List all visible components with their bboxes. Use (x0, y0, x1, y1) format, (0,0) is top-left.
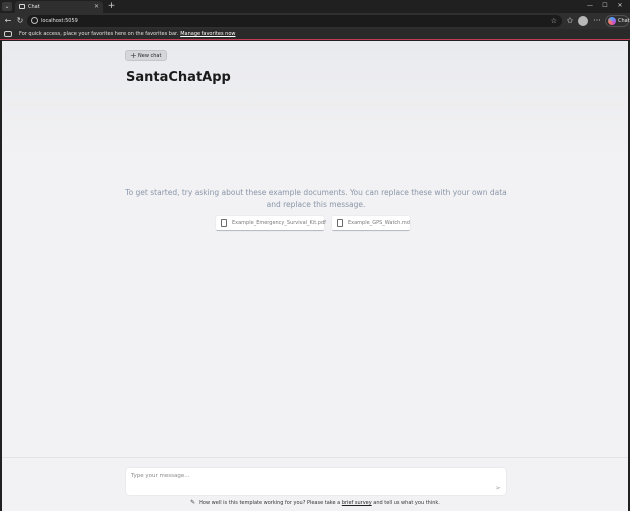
browser-toolbar: ← ↻ localhost:5059 ☆ ✩ ··· Chat (0, 13, 630, 29)
favorites-icon[interactable]: ✩ (565, 16, 575, 26)
more-options-icon[interactable]: ··· (592, 16, 602, 26)
document-name: Example_GPS_Watch.md (348, 220, 410, 226)
browser-tab-chat[interactable]: Chat ✕ (15, 1, 103, 13)
feedback-text-before: How well is this template working for yo… (199, 500, 341, 506)
message-composer: ➢ (126, 468, 506, 495)
document-name: Example_Emergency_Survival_Kit.pdf (232, 220, 326, 226)
plus-icon: + (130, 51, 137, 60)
copilot-chat-button[interactable]: Chat (605, 15, 630, 27)
tab-title: Chat (28, 4, 40, 10)
document-chip-survival-kit[interactable]: Example_Emergency_Survival_Kit.pdf (216, 216, 326, 231)
document-icon (337, 219, 343, 227)
window-close-icon[interactable]: ✕ (614, 1, 626, 11)
favorite-star-icon[interactable]: ☆ (551, 16, 557, 26)
favorites-message: For quick access, place your favorites h… (19, 31, 179, 37)
favorites-bar-text: For quick access, place your favorites h… (19, 30, 236, 38)
intro-message: To get started, try asking about these e… (125, 188, 507, 209)
refresh-icon[interactable]: ↻ (15, 16, 25, 26)
document-icon (221, 219, 227, 227)
back-arrow-icon[interactable]: ← (3, 16, 13, 26)
page-title: SantaChatApp (126, 70, 231, 85)
minimize-icon[interactable]: — (584, 1, 596, 11)
document-chip-gps-watch[interactable]: Example_GPS_Watch.md (332, 216, 410, 231)
send-icon[interactable]: ➢ (495, 484, 501, 492)
pencil-icon: ✎ (190, 499, 196, 506)
copilot-label: Chat (618, 18, 630, 24)
input-divider (2, 457, 628, 458)
chat-page: + New chat SantaChatApp To get started, … (2, 41, 628, 511)
manage-favorites-link[interactable]: Manage favorites now (180, 31, 235, 37)
new-chat-label: New chat (138, 53, 162, 59)
site-info-icon[interactable] (31, 17, 38, 24)
message-input[interactable] (131, 471, 491, 480)
chat-tab-icon (19, 4, 25, 9)
new-chat-button[interactable]: + New chat (125, 50, 167, 61)
feedback-footer: ✎ How well is this template working for y… (2, 499, 628, 507)
favorites-bar: For quick access, place your favorites h… (0, 29, 630, 40)
browser-tab-strip: ⌄ Chat ✕ + — ☐ ✕ (0, 0, 630, 13)
profile-avatar[interactable] (578, 16, 588, 26)
feedback-text-after: and tell us what you think. (373, 500, 440, 506)
tab-actions-chevron-down-icon[interactable]: ⌄ (2, 2, 12, 11)
tab-close-icon[interactable]: ✕ (94, 2, 99, 11)
brief-survey-link[interactable]: brief survey (342, 500, 372, 506)
new-tab-plus-icon[interactable]: + (107, 1, 116, 11)
maximize-icon[interactable]: ☐ (599, 1, 611, 11)
favorites-bar-icon (4, 31, 12, 37)
copilot-icon (608, 17, 616, 25)
address-url: localhost:5059 (41, 18, 78, 24)
address-bar[interactable]: localhost:5059 ☆ (27, 15, 562, 27)
